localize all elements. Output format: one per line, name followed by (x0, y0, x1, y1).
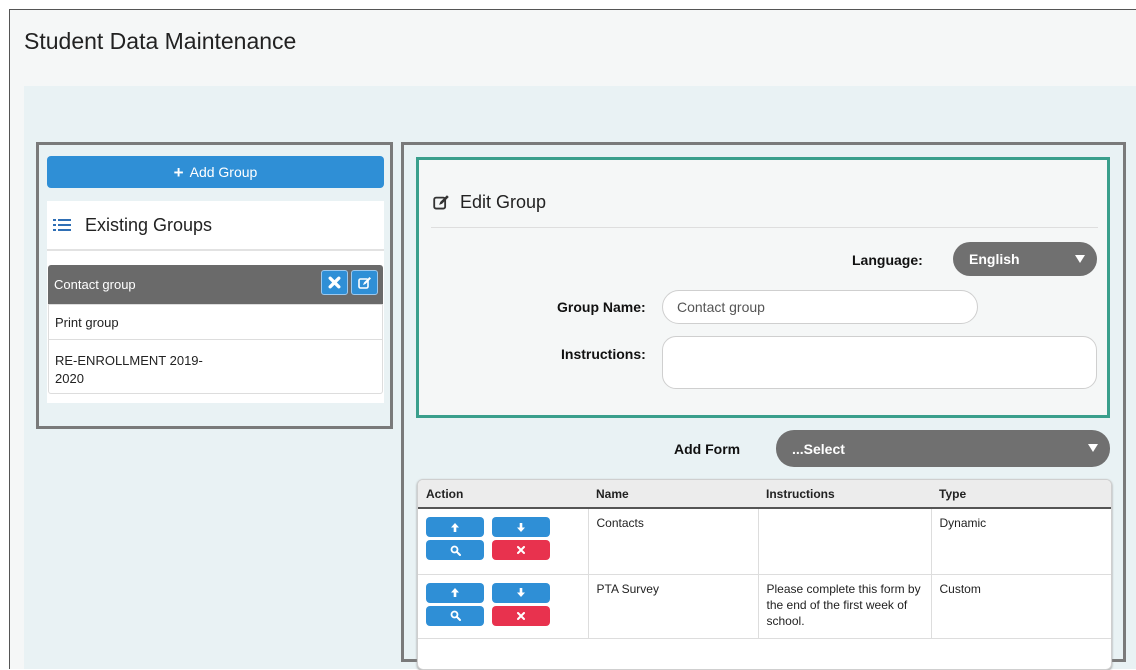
column-header-type: Type (931, 480, 1111, 509)
existing-groups-header: Existing Groups (47, 201, 384, 249)
caret-down-icon (1075, 255, 1085, 263)
plus-icon: + (173, 162, 184, 182)
arrow-down-icon (517, 588, 525, 597)
edit-group-button[interactable] (351, 270, 378, 295)
arrow-down-icon (517, 522, 525, 532)
add-group-button[interactable]: + Add Group (47, 156, 384, 188)
x-icon (517, 611, 525, 620)
group-item-actions (321, 270, 378, 295)
add-form-select-value: ...Select (792, 440, 845, 457)
form-type: Custom (931, 574, 1111, 639)
table-row: Contacts Dynamic (418, 508, 1111, 575)
language-label: Language: (852, 252, 923, 268)
column-header-action: Action (418, 480, 588, 509)
edit-icon (357, 276, 371, 289)
group-item-label: RE-ENROLLMENT 2019- 2020 (55, 353, 203, 386)
edit-icon (433, 195, 449, 210)
form-name: Contacts (588, 508, 759, 575)
move-down-button[interactable] (492, 582, 550, 603)
group-item-reenrollment[interactable]: RE-ENROLLMENT 2019- 2020 (48, 340, 383, 394)
divider (431, 227, 1098, 228)
view-form-button[interactable] (426, 540, 484, 560)
magnifier-icon (450, 545, 461, 556)
column-header-name: Name (588, 480, 758, 509)
action-cell (418, 574, 589, 639)
group-name-label: Group Name: (557, 299, 646, 315)
existing-groups-title: Existing Groups (85, 214, 213, 235)
table-row: PTA Survey Please complete this form by … (418, 574, 1111, 639)
move-down-button[interactable] (492, 517, 550, 537)
delete-group-button[interactable] (321, 270, 348, 295)
existing-groups-card: Existing Groups Contact group Print grou… (47, 201, 384, 403)
form-instructions: Please complete this form by the end of … (758, 574, 932, 639)
instructions-field[interactable] (662, 336, 1097, 389)
list-icon (53, 218, 71, 232)
instructions-label: Instructions: (561, 346, 646, 362)
form-name: PTA Survey (588, 574, 759, 639)
remove-form-button[interactable] (492, 605, 550, 626)
divider (47, 249, 384, 251)
edit-group-heading: Edit Group (433, 192, 546, 213)
arrow-up-icon (451, 522, 459, 532)
x-icon (328, 276, 341, 289)
move-up-button[interactable] (426, 517, 484, 537)
x-icon (517, 546, 525, 554)
group-item-contact[interactable]: Contact group (48, 265, 383, 305)
group-name-field[interactable] (662, 290, 978, 324)
form-instructions (758, 508, 932, 575)
page-title: Student Data Maintenance (24, 28, 297, 54)
arrow-up-icon (451, 588, 459, 597)
group-item-print[interactable]: Print group (48, 305, 383, 340)
column-header-instructions: Instructions (758, 480, 931, 509)
add-form-label: Add Form (674, 441, 741, 457)
move-up-button[interactable] (426, 582, 484, 603)
remove-form-button[interactable] (492, 540, 550, 560)
add-group-label: Add Group (189, 164, 258, 180)
groups-panel: + Add Group Existing Groups Contact grou… (36, 142, 393, 429)
edit-group-title: Edit Group (460, 192, 547, 212)
add-form-select[interactable]: ...Select (776, 430, 1110, 467)
table-header-row: Action Name Instructions Type (418, 480, 1111, 509)
language-value: English (969, 251, 1020, 267)
form-type: Dynamic (931, 508, 1111, 575)
group-detail-panel: Edit Group Language: English Group Name:… (401, 142, 1126, 670)
group-item-label: Print group (55, 314, 119, 330)
group-item-label: Contact group (54, 277, 136, 292)
forms-table: Action Name Instructions Type Contacts D… (417, 479, 1112, 670)
view-form-button[interactable] (426, 605, 484, 626)
action-cell (418, 508, 589, 575)
edit-group-section: Edit Group Language: English Group Name:… (416, 157, 1110, 418)
language-select[interactable]: English (953, 242, 1097, 276)
magnifier-icon (450, 610, 461, 621)
caret-down-icon (1088, 444, 1098, 452)
